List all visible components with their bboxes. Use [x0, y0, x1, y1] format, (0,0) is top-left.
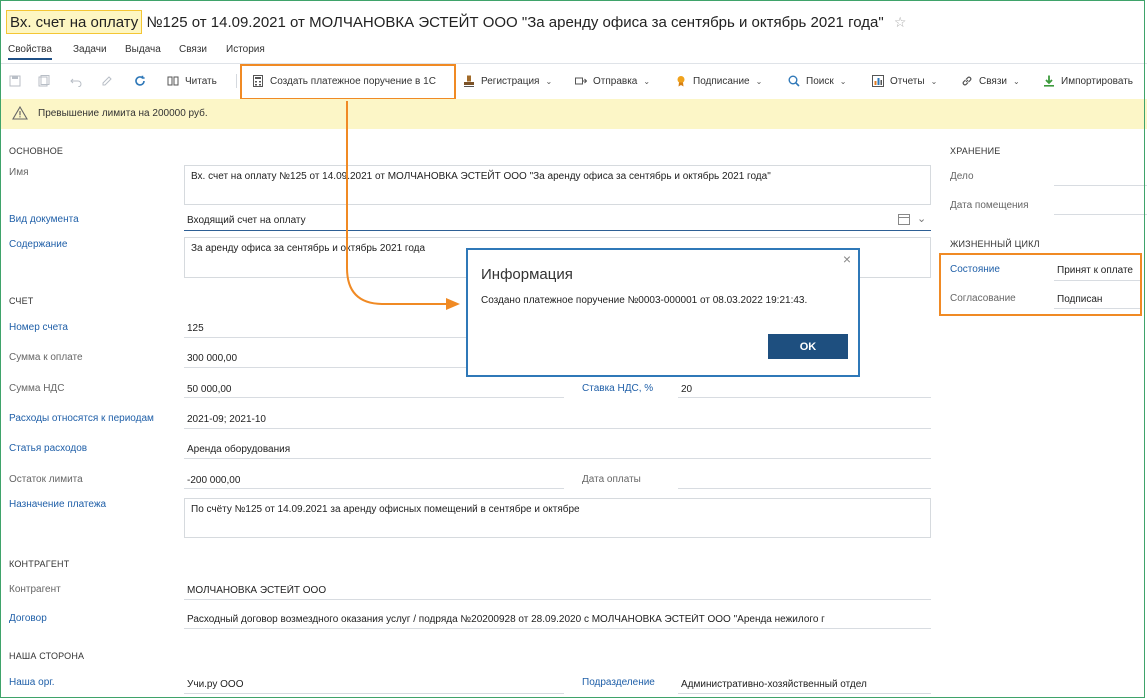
- ok-button[interactable]: OK: [768, 334, 848, 359]
- close-icon[interactable]: ×: [840, 252, 854, 266]
- info-dialog: Информация × Создано платежное поручение…: [466, 248, 860, 377]
- dialog-message: Создано платежное поручение №0003-000001…: [481, 295, 808, 306]
- dialog-title: Информация: [481, 266, 573, 283]
